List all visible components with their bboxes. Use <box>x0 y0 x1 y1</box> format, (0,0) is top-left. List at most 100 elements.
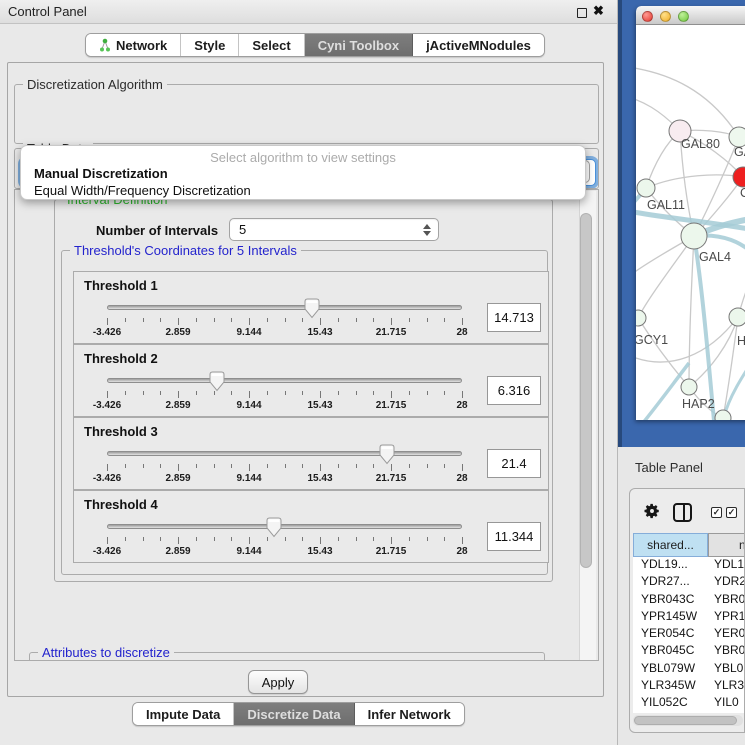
slider-thumb[interactable] <box>379 444 396 470</box>
slider-tick-label: 21.715 <box>376 400 407 411</box>
network-node[interactable] <box>715 410 731 420</box>
network-node[interactable] <box>681 379 697 395</box>
node-table: shared... na YDL19...YDL1YDR27...YDR2YBR… <box>633 533 745 713</box>
float-window-icon[interactable] <box>577 8 587 18</box>
network-view-frame: GAL80GACGAL11GAL4GCY1HHAP2 <box>618 0 745 447</box>
slider-tick-label: 2.859 <box>165 327 190 338</box>
window-zoom-icon[interactable] <box>678 11 689 22</box>
network-node[interactable] <box>729 127 745 147</box>
number-of-intervals-combobox[interactable]: 5 <box>229 218 439 241</box>
network-node[interactable] <box>637 179 655 197</box>
slider-tick-label: -3.426 <box>93 546 121 557</box>
slider-tick <box>356 391 357 395</box>
slider-tick <box>125 318 126 322</box>
slider-track[interactable] <box>107 524 462 529</box>
slider-tick-label: -3.426 <box>93 327 121 338</box>
slider-tick <box>444 318 445 322</box>
settings-scrollbar-thumb[interactable] <box>580 213 592 568</box>
slider-tick <box>160 464 161 468</box>
split-columns-icon[interactable] <box>673 503 692 522</box>
number-of-intervals-value: 5 <box>239 222 246 237</box>
apply-button[interactable]: Apply <box>248 670 308 694</box>
slider-tick-label: 28 <box>456 546 467 557</box>
table-row[interactable]: YPR145WYPR1 <box>633 609 745 626</box>
dropdown-option-manual[interactable]: Manual Discretization <box>34 166 168 181</box>
number-of-intervals-label: Number of Intervals <box>96 223 218 238</box>
table-row[interactable]: YBR045CYBR0 <box>633 643 745 660</box>
threshold-row-1: Threshold 1-3.4262.8599.14415.4321.71528… <box>73 271 549 344</box>
slider-tick <box>143 464 144 468</box>
slider-tick <box>160 537 161 541</box>
slider-tick <box>231 537 232 541</box>
network-node[interactable] <box>733 167 745 187</box>
cell-shared-name: YPR145W <box>633 609 708 626</box>
slider-tick <box>338 318 339 322</box>
settings-scrollpane: Interval Definition Number of Intervals … <box>14 189 599 661</box>
table-row[interactable]: YDL19...YDL1 <box>633 557 745 574</box>
slider-tick <box>391 537 392 544</box>
column-header-name[interactable]: na <box>708 533 745 557</box>
checkbox-icon[interactable]: ✓ <box>726 507 737 518</box>
slider-tick <box>249 537 250 544</box>
slider-tick <box>267 391 268 395</box>
top-tab-bar: NetworkStyleSelectCyni ToolboxjActiveMNo… <box>85 33 545 57</box>
threshold-value-field[interactable]: 14.713 <box>487 303 541 332</box>
slider-thumb[interactable] <box>209 371 226 397</box>
slider-tick-label: 9.144 <box>236 327 261 338</box>
window-minimize-icon[interactable] <box>660 11 671 22</box>
close-icon[interactable]: ✖ <box>593 3 604 19</box>
tab-impute-data[interactable]: Impute Data <box>133 703 234 725</box>
tab-style[interactable]: Style <box>181 34 239 56</box>
slider-tick <box>196 318 197 322</box>
slider-tick <box>391 318 392 325</box>
tab-cyni-toolbox[interactable]: Cyni Toolbox <box>305 34 413 56</box>
slider-tick-label: -3.426 <box>93 473 121 484</box>
column-header-shared-name[interactable]: shared... <box>633 533 708 557</box>
slider-tick <box>285 391 286 395</box>
table-row[interactable]: YIL052CYIL0 <box>633 695 745 712</box>
slider-track[interactable] <box>107 305 462 310</box>
slider-thumb[interactable] <box>303 298 320 324</box>
slider-tick <box>107 537 108 544</box>
threshold-value-field[interactable]: 21.4 <box>487 449 541 478</box>
slider-tick <box>338 391 339 395</box>
table-horizontal-scrollbar[interactable] <box>633 715 743 726</box>
slider-tick <box>285 464 286 468</box>
network-canvas[interactable]: GAL80GACGAL11GAL4GCY1HHAP2 <box>636 25 745 420</box>
discretization-algorithm-group-title: Discretization Algorithm <box>23 77 167 92</box>
tab-network[interactable]: Network <box>86 34 181 56</box>
slider-tick <box>214 464 215 468</box>
tab-select[interactable]: Select <box>239 34 304 56</box>
slider-tick <box>373 318 374 322</box>
slider-tick-label: 15.43 <box>307 400 332 411</box>
slider-tick-label: 21.715 <box>376 327 407 338</box>
table-row[interactable]: YBR043CYBR0 <box>633 592 745 609</box>
table-row[interactable]: YBL079WYBL0 <box>633 661 745 678</box>
table-row[interactable]: YER054CYER0 <box>633 626 745 643</box>
table-row[interactable]: YDR27...YDR2 <box>633 574 745 591</box>
threshold-value-field[interactable]: 11.344 <box>487 522 541 551</box>
slider-tick-label: 2.859 <box>165 546 190 557</box>
window-close-icon[interactable] <box>642 11 653 22</box>
network-node[interactable] <box>681 223 707 249</box>
discretization-algorithm-group: Discretization Algorithm <box>14 84 599 144</box>
slider-thumb[interactable] <box>265 517 282 543</box>
slider-tick <box>125 537 126 541</box>
slider-track[interactable] <box>107 451 462 456</box>
gear-icon[interactable] <box>643 502 661 520</box>
slider-tick-label: 28 <box>456 473 467 484</box>
cell-shared-name: YBR045C <box>633 643 708 660</box>
slider-track[interactable] <box>107 378 462 383</box>
settings-scrollbar[interactable] <box>579 191 596 661</box>
network-node[interactable] <box>636 310 646 326</box>
slider-tick <box>267 318 268 322</box>
checkbox-icon[interactable]: ✓ <box>711 507 722 518</box>
tab-discretize-data[interactable]: Discretize Data <box>234 703 354 725</box>
network-node[interactable] <box>729 308 745 326</box>
cell-name: YER0 <box>708 626 745 643</box>
threshold-value-field[interactable]: 6.316 <box>487 376 541 405</box>
tab-infer-network[interactable]: Infer Network <box>355 703 464 725</box>
table-row[interactable]: YLR345WYLR3 <box>633 678 745 695</box>
dropdown-option-equal-width[interactable]: Equal Width/Frequency Discretization <box>34 183 251 198</box>
tab-jactivemnodules[interactable]: jActiveMNodules <box>413 34 544 56</box>
